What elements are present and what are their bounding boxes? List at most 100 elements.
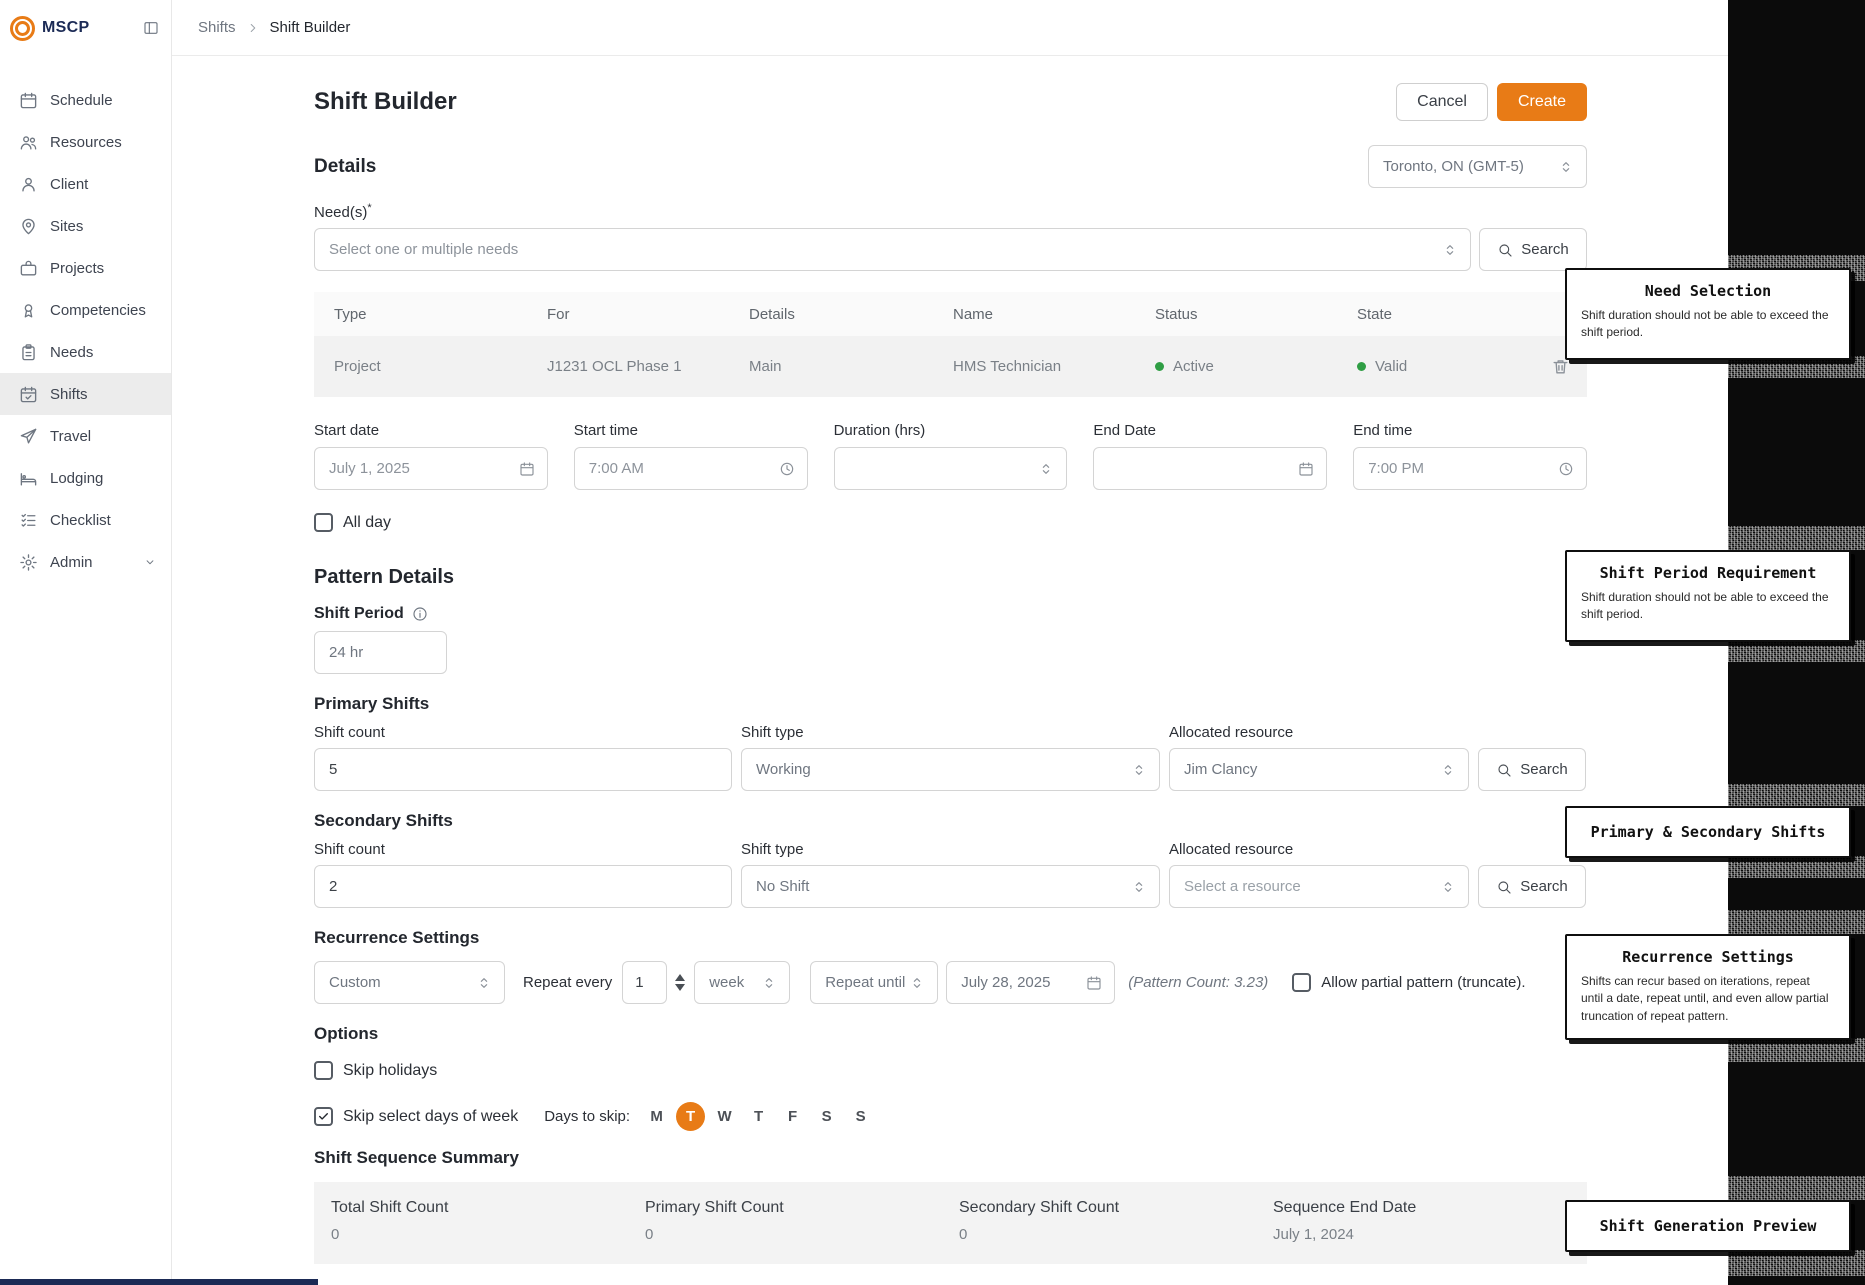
end-time-input[interactable]: 7:00 PM	[1353, 447, 1587, 490]
summary-label: Primary Shift Count	[645, 1199, 784, 1216]
secondary-shift-type-select[interactable]: No Shift	[741, 865, 1160, 908]
sidebar-item-lodging[interactable]: Lodging	[0, 457, 171, 499]
start-date-input[interactable]: July 1, 2025	[314, 447, 548, 490]
needs-label: Need(s)*	[314, 202, 372, 221]
collapse-sidebar-button[interactable]	[143, 20, 159, 36]
secondary-shift-count-input[interactable]: 2	[314, 865, 732, 908]
primary-resource-select[interactable]: Jim Clancy	[1169, 748, 1469, 791]
end-time-label: End time	[1353, 422, 1413, 439]
skip-holidays-checkbox[interactable]	[314, 1061, 333, 1080]
start-time-input[interactable]: 7:00 AM	[573, 447, 808, 490]
sidebar-item-client[interactable]: Client	[0, 163, 171, 205]
day-chip-tuesday[interactable]: T	[676, 1102, 706, 1131]
days-to-skip-label: Days to skip:	[544, 1108, 631, 1125]
sidebar-item-label: Shifts	[50, 385, 88, 403]
day-chip-saturday[interactable]: S	[812, 1102, 841, 1131]
details-heading: Details	[314, 155, 377, 177]
recurrence-mode-select[interactable]: Custom	[314, 961, 505, 1004]
col-header-details: Details	[749, 305, 795, 323]
recurrence-heading: Recurrence Settings	[314, 928, 480, 947]
skip-days-checkbox[interactable]	[314, 1107, 333, 1126]
primary-shift-type-select[interactable]: Working	[741, 748, 1160, 791]
sidebar-item-label: Client	[50, 175, 89, 193]
sidebar-item-resources[interactable]: Resources	[0, 121, 171, 163]
stepper-down-icon[interactable]	[675, 984, 686, 991]
sidebar-item-admin[interactable]: Admin	[0, 541, 171, 583]
sidebar-item-label: Lodging	[50, 469, 104, 487]
clipboard-icon	[22, 343, 35, 360]
primary-shift-count-input[interactable]: 5	[314, 748, 732, 791]
brand-name: MSCP	[42, 19, 90, 36]
allow-partial-checkbox[interactable]	[1292, 973, 1312, 992]
summary-label: Sequence End Date	[1273, 1199, 1417, 1216]
sidebar-item-shifts[interactable]: Shifts	[0, 373, 171, 415]
needs-select[interactable]: Select one or multiple needs	[314, 228, 1471, 271]
sidebar-item-schedule[interactable]: Schedule	[0, 79, 171, 121]
callout-body: Shift duration should not be able to exc…	[1581, 590, 1829, 622]
sidebar-item-label: Competencies	[50, 301, 146, 319]
select-caret-icon	[1444, 881, 1452, 892]
timezone-select[interactable]: Toronto, ON (GMT-5)	[1368, 145, 1587, 188]
cell-for: J1231 OCL Phase 1	[547, 358, 682, 375]
sidebar-item-sites[interactable]: Sites	[0, 205, 171, 247]
secondary-shift-type-label: Shift type	[741, 841, 804, 858]
cell-state: Valid	[1357, 357, 1570, 376]
day-chip-monday[interactable]: M	[642, 1102, 671, 1131]
all-day-checkbox[interactable]	[314, 513, 333, 532]
callout-title: Need Selection	[1644, 282, 1772, 300]
col-header-for: For	[547, 305, 570, 323]
callout-body: Shifts can recur based on iterations, re…	[1581, 974, 1829, 1023]
day-chip-sunday[interactable]: S	[846, 1102, 875, 1131]
summary-label: Total Shift Count	[331, 1199, 449, 1216]
repeat-interval-input[interactable]: 1	[622, 961, 668, 1004]
medal-icon	[24, 303, 33, 318]
pattern-count-note: (Pattern Count: 3.23)	[1128, 974, 1269, 991]
sidebar-item-competencies[interactable]: Competencies	[0, 289, 171, 331]
info-icon[interactable]	[412, 606, 428, 622]
breadcrumb-shifts-link[interactable]: Shifts	[198, 19, 236, 36]
noise-texture	[1728, 856, 1865, 878]
search-primary-resource-button[interactable]: Search	[1478, 748, 1586, 791]
options-heading: Options	[314, 1024, 379, 1043]
calendar-icon	[20, 92, 37, 108]
briefcase-icon	[20, 260, 37, 276]
create-button[interactable]: Create	[1496, 83, 1587, 121]
day-chip-thursday[interactable]: T	[744, 1102, 773, 1131]
skip-holidays-label: Skip holidays	[343, 1061, 438, 1079]
callout-title: Primary & Secondary Shifts	[1590, 823, 1826, 841]
sidebar-item-travel[interactable]: Travel	[0, 415, 171, 457]
primary-shift-count-label: Shift count	[314, 724, 385, 741]
mscp-ring-icon	[10, 15, 35, 41]
select-caret-icon	[480, 977, 488, 988]
repeat-until-select[interactable]: Repeat until	[810, 961, 939, 1004]
pattern-details-heading: Pattern Details	[314, 566, 455, 588]
end-date-label: End Date	[1093, 422, 1156, 439]
brand-logo: MSCP	[10, 15, 90, 41]
duration-input[interactable]	[833, 447, 1068, 490]
summary-item-secondary: Secondary Shift Count 0	[959, 1199, 1273, 1264]
secondary-resource-select[interactable]: Select a resource	[1169, 865, 1469, 908]
shift-period-input[interactable]: 24 hr	[314, 631, 447, 674]
end-date-input[interactable]	[1093, 447, 1328, 490]
sidebar-item-needs[interactable]: Needs	[0, 331, 171, 373]
col-header-status: Status	[1155, 305, 1198, 323]
cancel-button[interactable]: Cancel	[1396, 83, 1488, 121]
search-needs-button[interactable]: Search	[1479, 228, 1587, 271]
sidebar-item-checklist[interactable]: Checklist	[0, 499, 171, 541]
day-chip-friday[interactable]: F	[778, 1102, 807, 1131]
select-caret-icon	[1135, 881, 1143, 892]
sidebar-item-projects[interactable]: Projects	[0, 247, 171, 289]
day-chip-wednesday[interactable]: W	[710, 1102, 739, 1131]
repeat-until-date-input[interactable]: July 28, 2025	[946, 961, 1116, 1004]
repeat-every-label: Repeat every	[523, 974, 613, 991]
col-header-name: Name	[953, 305, 994, 323]
repeat-unit-select[interactable]: week	[694, 961, 791, 1004]
state-dot	[1357, 362, 1366, 371]
stepper-up-icon[interactable]	[675, 974, 686, 981]
summary-panel: Total Shift Count 0 Primary Shift Count …	[314, 1182, 1587, 1264]
search-secondary-resource-button[interactable]: Search	[1478, 865, 1586, 908]
breadcrumb-current: Shift Builder	[269, 19, 351, 36]
select-caret-icon	[1562, 161, 1570, 172]
summary-heading: Shift Sequence Summary	[314, 1148, 520, 1167]
map-pin-icon	[22, 218, 35, 234]
